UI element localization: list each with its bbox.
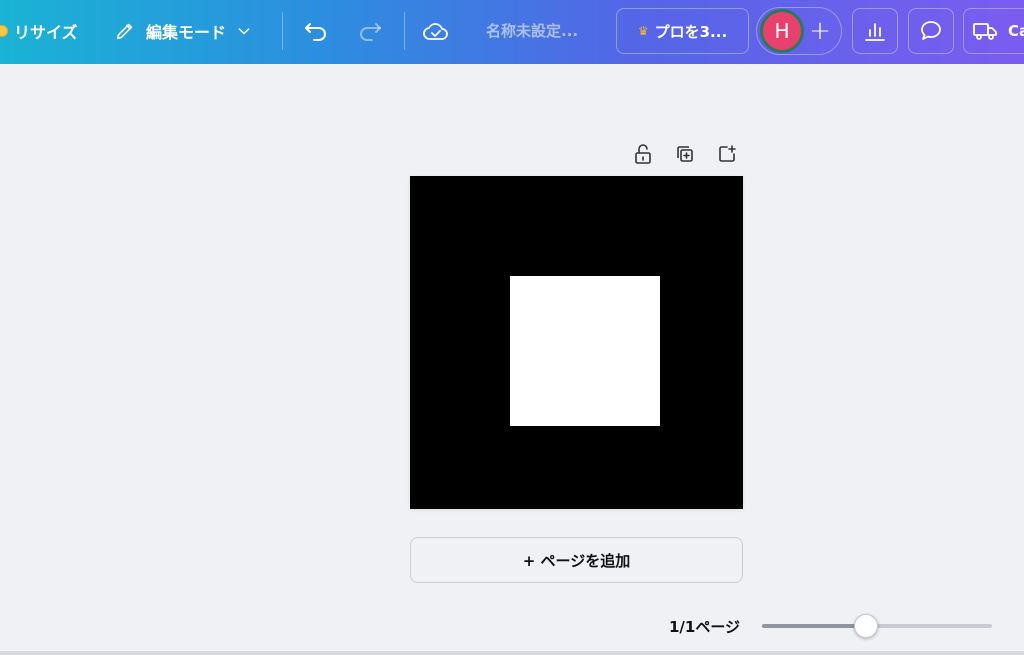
coin-icon [0, 25, 8, 37]
lock-page-button[interactable] [631, 142, 655, 166]
add-page-icon [719, 145, 736, 162]
add-page-button-top[interactable] [715, 142, 739, 166]
pro-label: プロを3... [654, 22, 728, 41]
share-label: Ca [1008, 22, 1024, 40]
edit-mode-dropdown[interactable]: 編集モード [114, 16, 252, 46]
redo-button[interactable] [352, 16, 388, 46]
zoom-slider[interactable] [762, 614, 992, 638]
insights-button[interactable] [852, 8, 898, 54]
redo-icon [360, 23, 381, 41]
duplicate-page-icon [677, 146, 693, 162]
undo-icon [305, 23, 326, 41]
zoom-slider-fill [762, 624, 866, 628]
chevron-down-icon [238, 28, 250, 35]
truck-icon [973, 23, 997, 40]
save-status-button[interactable] [418, 16, 454, 46]
zoom-slider-thumb[interactable] [853, 614, 878, 638]
bottom-border [0, 651, 1024, 655]
try-pro-button[interactable]: ♛ プロを3... [616, 8, 749, 54]
crown-icon: ♛ [637, 24, 649, 38]
resize-button[interactable]: リサイズ [0, 16, 78, 46]
cloud-check-icon [423, 23, 448, 40]
design-page[interactable] [410, 176, 743, 509]
add-page-button[interactable]: + ページを追加 [410, 537, 743, 583]
bar-chart-icon [865, 23, 885, 41]
resize-label: リサイズ [14, 23, 78, 42]
avatar[interactable]: H [760, 9, 804, 53]
print-delivery-button[interactable]: Ca [963, 8, 1024, 54]
comment-button[interactable] [908, 8, 954, 54]
duplicate-page-button[interactable] [673, 142, 697, 166]
lock-icon [635, 144, 651, 164]
page-count[interactable]: 1/1ページ [669, 616, 740, 637]
comment-icon [921, 21, 941, 40]
toolbar-divider [404, 12, 405, 50]
white-square-element[interactable] [510, 276, 660, 426]
pencil-icon [116, 23, 133, 40]
toolbar-divider [282, 12, 283, 50]
edit-mode-label: 編集モード [146, 23, 227, 42]
invite-button[interactable]: + [804, 12, 836, 50]
top-toolbar: リサイズ 編集モード 名称未設定... ♛ プロを3... H + C [0, 0, 1024, 64]
undo-button[interactable] [298, 16, 334, 46]
document-title[interactable]: 名称未設定... [486, 20, 578, 41]
